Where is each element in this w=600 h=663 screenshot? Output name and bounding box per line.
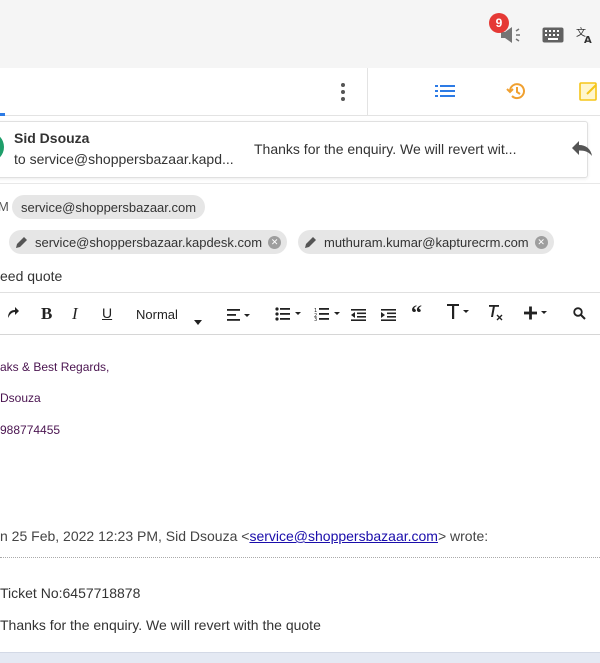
format-select[interactable]: Normal (136, 307, 178, 322)
quote-header: n 25 Feb, 2022 12:23 PM, Sid Dsouza <ser… (0, 528, 488, 544)
message-snippet: Thanks for the enquiry. We will revert w… (254, 141, 517, 157)
align-icon[interactable] (227, 308, 251, 326)
to-chip-label: muthuram.kumar@kapturecrm.com (324, 234, 529, 250)
signature-line-1: aks & Best Regards, (0, 360, 110, 374)
close-icon[interactable]: ✕ (268, 235, 282, 249)
from-chip[interactable]: service@shoppersbazaar.com (12, 195, 206, 219)
keyboard-icon[interactable] (542, 27, 564, 48)
underline-icon[interactable]: U (102, 305, 112, 321)
bottom-bar (0, 652, 600, 663)
redo-icon[interactable] (6, 306, 20, 325)
text-style-icon[interactable] (447, 304, 471, 325)
quote-divider (0, 557, 600, 558)
bullet-list-icon[interactable] (275, 307, 303, 326)
list-icon[interactable] (435, 84, 455, 103)
reply-icon[interactable] (571, 140, 593, 162)
to-chip-2[interactable]: muthuram.kumar@kapturecrm.com ✕ (298, 230, 554, 254)
to-chip-1[interactable]: service@shoppersbazaar.kapdesk.com ✕ (9, 230, 288, 254)
quote-header-prefix: n 25 Feb, 2022 12:23 PM, Sid Dsouza < (0, 528, 250, 544)
svg-text:A: A (584, 35, 592, 44)
search-icon[interactable] (573, 307, 586, 325)
indent-icon[interactable] (381, 308, 396, 326)
svg-text:3: 3 (314, 317, 317, 321)
from-chip-label: service@shoppersbazaar.com (21, 199, 197, 215)
more-vert-icon[interactable] (340, 82, 346, 107)
numbered-list-icon[interactable]: 123 (314, 307, 342, 326)
quoted-message: Thanks for the enquiry. We will revert w… (0, 617, 321, 633)
history-icon[interactable] (506, 80, 528, 107)
note-icon[interactable] (579, 80, 600, 107)
translate-icon[interactable]: 文 A (576, 26, 594, 49)
from-label: M (0, 199, 9, 214)
pencil-icon[interactable] (15, 235, 29, 249)
quote-sender-link[interactable]: service@shoppersbazaar.com (249, 528, 438, 544)
format-select-value: Normal (136, 307, 178, 322)
close-icon[interactable]: ✕ (534, 235, 548, 249)
quote-header-suffix: > wrote: (437, 528, 489, 544)
signature-line-3: 988774455 (0, 423, 61, 437)
recipient-line: to service@shoppersbazaar.kapd... (14, 151, 234, 167)
chevron-down-icon[interactable] (194, 312, 202, 330)
outdent-icon[interactable] (351, 308, 366, 326)
quote-icon[interactable]: “ (411, 300, 422, 326)
italic-icon[interactable]: I (72, 304, 78, 324)
pencil-icon[interactable] (304, 235, 318, 249)
ticket-line: Ticket No:6457718878 (0, 585, 141, 601)
to-chip-label: service@shoppersbazaar.kapdesk.com (35, 234, 263, 250)
bold-icon[interactable]: B (41, 304, 52, 324)
active-tab-indicator (0, 113, 5, 116)
subject-field[interactable]: eed quote (0, 268, 62, 284)
plus-icon[interactable] (524, 306, 548, 325)
signature-line-2: Dsouza (0, 391, 41, 405)
clear-format-icon[interactable] (488, 305, 504, 326)
tab-divider (367, 68, 368, 115)
notification-badge: 9 (489, 13, 509, 33)
sender-name: Sid Dsouza (14, 130, 90, 146)
